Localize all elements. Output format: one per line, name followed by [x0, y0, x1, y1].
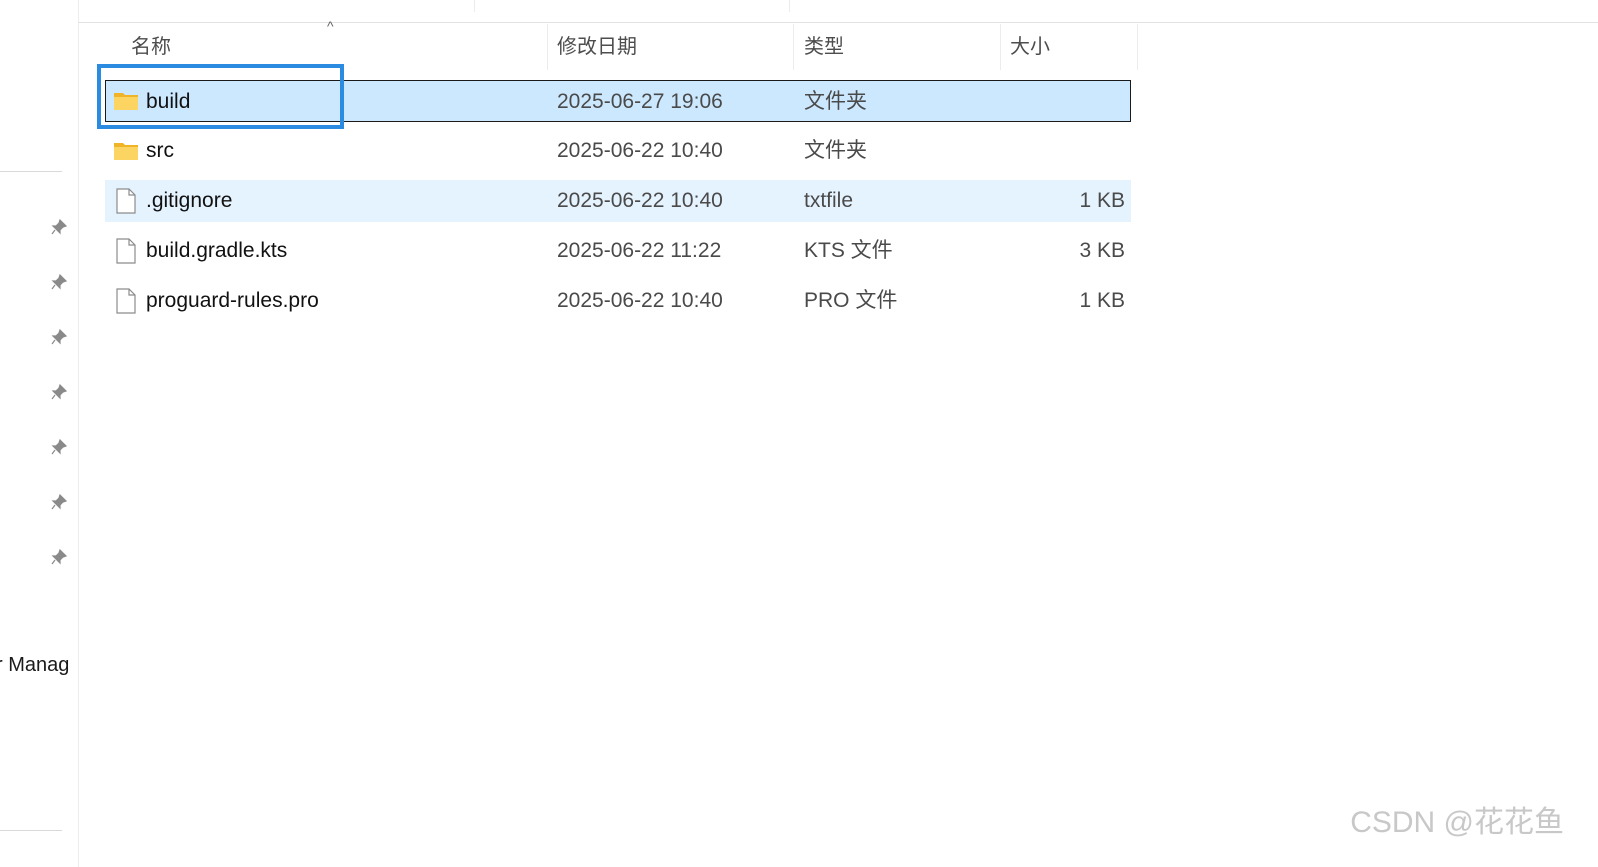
pin-icon[interactable] — [49, 272, 69, 292]
file-row[interactable]: proguard-rules.pro 2025-06-22 10:40 PRO … — [105, 280, 1131, 322]
column-divider[interactable] — [1137, 24, 1138, 70]
column-header-size[interactable]: 大小 — [1010, 24, 1050, 70]
pin-icon[interactable] — [49, 437, 69, 457]
file-type: txtfile — [804, 189, 854, 212]
navigation-pane: r Manag — [0, 0, 79, 867]
file-name[interactable]: src — [146, 130, 174, 172]
toolbar-strip — [78, 0, 1598, 23]
pin-icon[interactable] — [49, 492, 69, 512]
column-divider[interactable] — [547, 24, 548, 70]
folder-icon — [113, 88, 139, 114]
file-size: 1 KB — [1079, 189, 1125, 212]
file-date: 2025-06-22 10:40 — [557, 139, 723, 162]
file-row[interactable]: build.gradle.kts 2025-06-22 11:22 KTS 文件… — [105, 230, 1131, 272]
column-divider[interactable] — [793, 24, 794, 70]
column-divider — [789, 0, 790, 12]
file-row[interactable]: .gitignore 2025-06-22 10:40 txtfile 1 KB — [105, 180, 1131, 222]
folder-icon — [113, 138, 139, 164]
column-header-name[interactable]: 名称 — [131, 24, 171, 70]
nav-divider — [0, 171, 62, 172]
watermark: CSDN @花花鱼 — [1350, 806, 1564, 839]
column-header-type[interactable]: 类型 — [804, 24, 844, 70]
file-size: 3 KB — [1079, 239, 1125, 262]
file-name[interactable]: build.gradle.kts — [146, 230, 287, 272]
pin-icon[interactable] — [49, 382, 69, 402]
file-icon — [113, 188, 139, 214]
column-header-date[interactable]: 修改日期 — [557, 24, 637, 70]
file-date: 2025-06-27 19:06 — [557, 90, 723, 113]
pin-icon[interactable] — [49, 547, 69, 567]
nav-divider — [0, 830, 62, 831]
file-name[interactable]: .gitignore — [146, 180, 232, 222]
file-icon — [113, 238, 139, 264]
column-divider — [474, 0, 475, 12]
column-divider[interactable] — [1000, 24, 1001, 70]
file-type: KTS 文件 — [804, 239, 893, 262]
file-date: 2025-06-22 11:22 — [557, 239, 722, 262]
pin-icon[interactable] — [49, 327, 69, 347]
file-icon — [113, 288, 139, 314]
file-size: 1 KB — [1079, 289, 1125, 312]
file-row[interactable]: build 2025-06-27 19:06 文件夹 — [105, 80, 1131, 122]
file-date: 2025-06-22 10:40 — [557, 189, 723, 212]
file-type: PRO 文件 — [804, 289, 898, 312]
sort-ascending-icon: ^ — [327, 18, 334, 34]
file-name[interactable]: build — [146, 81, 190, 123]
file-row[interactable]: src 2025-06-22 10:40 文件夹 — [105, 130, 1131, 172]
file-date: 2025-06-22 10:40 — [557, 289, 723, 312]
file-type: 文件夹 — [804, 90, 867, 113]
file-type: 文件夹 — [804, 139, 867, 162]
pin-icon[interactable] — [49, 217, 69, 237]
nav-item-label[interactable]: r Manag — [0, 654, 69, 677]
file-name[interactable]: proguard-rules.pro — [146, 280, 319, 322]
